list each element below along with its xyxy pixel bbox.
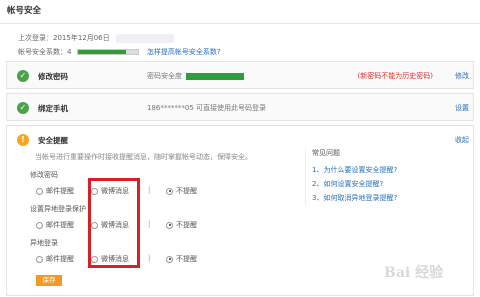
- option-none-label: 不提醒: [176, 187, 197, 195]
- option-separator: |: [148, 186, 151, 194]
- group-label: 异地登录: [30, 239, 58, 247]
- option-none[interactable]: 不提醒: [166, 254, 197, 264]
- faq-panel: 常见问题 1、为什么要设置安全提醒? 2、如何设置安全提醒? 3、如何取消异地登…: [305, 148, 465, 205]
- last-login-date: 2015年12月06日: [53, 34, 110, 42]
- alert-group-remote-protection: 设置异地登录保护 邮件提醒 微博消息 | 不提醒: [30, 204, 197, 232]
- option-email-label: 邮件提醒: [46, 255, 74, 263]
- group-label: 设置异地登录保护: [30, 205, 86, 213]
- check-icon: ✓: [17, 70, 29, 82]
- faq-item[interactable]: 1、为什么要设置安全提醒?: [312, 163, 465, 177]
- improve-score-link[interactable]: 怎样提高帐号安全系数?: [147, 48, 221, 56]
- option-email[interactable]: 邮件提醒: [36, 220, 74, 230]
- option-none[interactable]: 不提醒: [166, 220, 197, 230]
- blurred-location: [115, 33, 174, 43]
- baidu-watermark: Bai 经验: [384, 265, 444, 281]
- option-email[interactable]: 邮件提醒: [36, 186, 74, 196]
- security-score-row: 帐号安全系数：4 怎样提高帐号安全系数?: [18, 45, 221, 59]
- bind-phone-title: 绑定手机: [38, 104, 68, 113]
- bind-phone-link[interactable]: 设置: [455, 103, 469, 113]
- password-warning: (新密码不能为历史密码): [357, 72, 433, 80]
- alert-group-change-password: 修改密码 邮件提醒 微博消息 | 不提醒: [30, 170, 197, 198]
- score-label: 帐号安全系数：: [18, 48, 67, 56]
- alert-options: 邮件提醒 微博消息 | 不提醒: [30, 220, 197, 232]
- option-separator: |: [148, 254, 151, 262]
- security-alert-title: 安全提醒: [38, 136, 68, 145]
- score-value: 4: [67, 48, 72, 56]
- option-none-label: 不提醒: [176, 221, 197, 229]
- radio-button-selected[interactable]: [166, 255, 173, 263]
- alert-group-remote-login: 异地登录 邮件提醒 微博消息 | 不提醒: [30, 238, 197, 266]
- change-password-card: ✓ 修改密码 密码安全度 (新密码不能为历史密码) 修改: [6, 61, 474, 89]
- option-email[interactable]: 邮件提醒: [36, 254, 74, 264]
- change-password-title: 修改密码: [38, 72, 68, 81]
- option-none-label: 不提醒: [176, 255, 197, 263]
- faq-title: 常见问题: [312, 149, 340, 157]
- last-login-row: 上次登录：2015年12月06日: [18, 31, 221, 45]
- radio-button-selected[interactable]: [166, 187, 173, 195]
- phone-description: 186*******05 可直接使用此号码登录: [147, 104, 266, 112]
- alert-options: 邮件提醒 微博消息 | 不提醒: [30, 186, 197, 198]
- group-label: 修改密码: [30, 171, 58, 179]
- change-password-link[interactable]: 修改: [455, 71, 469, 81]
- exclamation-icon: !: [17, 134, 29, 146]
- option-email-label: 邮件提醒: [46, 187, 74, 195]
- security-alert-description: 当帐号进行重要操作时接收提醒消息，随时掌握帐号动态，保障安全。: [35, 153, 252, 161]
- page-title: 帐号安全: [7, 6, 42, 16]
- check-icon: ✓: [17, 102, 29, 114]
- account-info: 上次登录：2015年12月06日 帐号安全系数：4 怎样提高帐号安全系数?: [18, 31, 221, 59]
- radio-button-selected[interactable]: [166, 221, 173, 229]
- alert-options: 邮件提醒 微博消息 | 不提醒: [30, 254, 197, 266]
- collapse-link[interactable]: 收起: [455, 135, 469, 145]
- option-none[interactable]: 不提醒: [166, 186, 197, 196]
- page-header: 帐号安全: [0, 0, 480, 24]
- highlight-box: [88, 178, 140, 268]
- password-strength-bar: [186, 72, 244, 80]
- option-separator: |: [148, 220, 151, 228]
- bind-phone-card: ✓ 绑定手机 186*******05 可直接使用此号码登录 设置: [6, 93, 474, 121]
- faq-item[interactable]: 3、如何取消异地登录提醒?: [312, 191, 465, 205]
- radio-button[interactable]: [36, 187, 43, 195]
- option-email-label: 邮件提醒: [46, 221, 74, 229]
- password-strength: 密码安全度: [147, 71, 244, 81]
- faq-item[interactable]: 2、如何设置安全提醒?: [312, 177, 465, 191]
- radio-button[interactable]: [36, 221, 43, 229]
- radio-button[interactable]: [36, 255, 43, 263]
- password-strength-label: 密码安全度: [147, 72, 182, 80]
- save-button[interactable]: 保存: [36, 275, 62, 286]
- security-score-fill: [77, 50, 126, 54]
- faq-list: 1、为什么要设置安全提醒? 2、如何设置安全提醒? 3、如何取消异地登录提醒?: [312, 163, 465, 205]
- last-login-label: 上次登录：: [18, 34, 53, 42]
- security-score-bar: [76, 49, 139, 55]
